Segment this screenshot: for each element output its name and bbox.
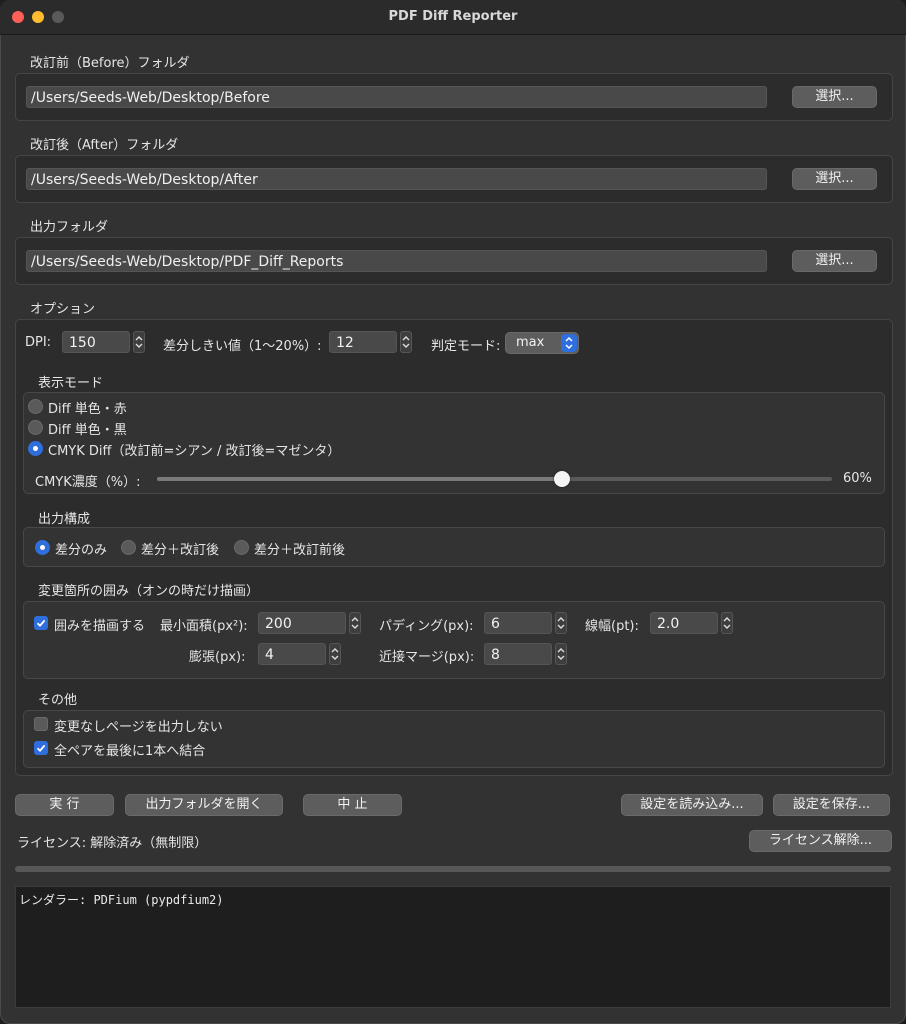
checkmark-icon [36,619,46,628]
merge-distance-input[interactable]: 8 [484,643,552,665]
stop-button[interactable]: 中 止 [303,794,402,816]
line-width-stepper[interactable] [721,612,733,634]
license-status: ライセンス: 解除済み（無制限） [17,836,208,851]
before-folder-label: 改訂前（Before）フォルダ [30,56,190,71]
box-label: 変更箇所の囲み（オンの時だけ描画） [38,584,260,599]
radio-diff-only[interactable] [35,540,50,555]
min-area-label: 最小面積(px²): [160,619,248,634]
dpi-label: DPI: [25,335,52,350]
output-select-button[interactable]: 選択... [792,250,877,272]
merge-distance-stepper[interactable] [555,643,567,665]
cmyk-density-value: 60% [843,471,872,486]
stepper-arrows-icon [557,617,565,629]
after-path-field[interactable]: /Users/Seeds-Web/Desktop/After [26,168,767,190]
dpi-stepper[interactable] [133,331,145,353]
radio-diff-both-label: 差分＋改訂前後 [254,543,346,558]
merge-distance-label: 近接マージ(px): [379,650,475,665]
title-bar: PDF Diff Reporter [0,0,906,35]
cmyk-slider-knob[interactable] [554,471,570,487]
open-output-button[interactable]: 出力フォルダを開く [125,794,283,816]
merge-all-label: 全ペアを最後に1本へ結合 [54,744,206,759]
line-width-input[interactable]: 2.0 [650,612,718,634]
log-output[interactable]: レンダラー: PDFium (pypdfium2) [15,886,891,1008]
radio-diff-black[interactable] [28,420,43,435]
dpi-input[interactable]: 150 [62,331,130,353]
skip-unchanged-label: 変更なしページを出力しない [54,720,223,735]
padding-stepper[interactable] [555,612,567,634]
stepper-arrows-icon [557,648,565,660]
app-window: PDF Diff Reporter 改訂前（Before）フォルダ /Users… [0,0,906,1024]
padding-label: パディング(px): [379,619,474,634]
before-folder-group: /Users/Seeds-Web/Desktop/Before 選択... [15,73,893,121]
radio-diff-black-label: Diff 単色・黒 [48,423,127,438]
skip-unchanged-checkbox[interactable] [34,717,48,731]
stepper-arrows-icon [331,648,339,660]
judge-mode-value: max [516,335,545,350]
radio-cmyk-diff-label: CMYK Diff（改訂前=シアン / 改訂後=マゼンタ） [48,444,341,459]
radio-diff-only-label: 差分のみ [55,543,108,558]
box-group: 囲みを描画する 最小面積(px²): 200 パディング(px): 6 線幅(p… [23,601,885,679]
judge-mode-select[interactable]: max [505,332,579,354]
stepper-arrows-icon [723,617,731,629]
threshold-label: 差分しきい値（1〜20%）: [163,339,322,354]
output-path-field[interactable]: /Users/Seeds-Web/Desktop/PDF_Diff_Report… [26,250,767,272]
cmyk-density-label: CMYK濃度（%）: [35,475,141,490]
min-area-stepper[interactable] [349,612,361,634]
window-title: PDF Diff Reporter [388,9,518,24]
save-settings-button[interactable]: 設定を保存... [773,794,890,816]
other-label: その他 [38,693,78,708]
radio-diff-red-label: Diff 単色・赤 [48,402,127,417]
output-folder-label: 出力フォルダ [30,220,109,235]
dilate-label: 膨張(px): [189,650,246,665]
display-mode-group: Diff 単色・赤 Diff 単色・黒 CMYK Diff（改訂前=シアン / … [23,392,885,494]
judge-mode-label: 判定モード: [431,339,501,354]
merge-all-checkbox[interactable] [34,741,48,755]
license-release-button[interactable]: ライセンス解除... [749,830,892,852]
output-folder-group: /Users/Seeds-Web/Desktop/PDF_Diff_Report… [15,237,893,285]
stepper-arrows-icon [135,336,143,348]
after-folder-label: 改訂後（After）フォルダ [30,138,179,153]
display-mode-label: 表示モード [38,376,104,391]
radio-diff-after-label: 差分＋改訂後 [141,543,220,558]
other-group: 変更なしページを出力しない 全ペアを最後に1本へ結合 [23,710,885,768]
dilate-stepper[interactable] [329,643,341,665]
output-config-group: 差分のみ 差分＋改訂後 差分＋改訂前後 [23,527,885,567]
options-label: オプション [30,302,96,317]
before-path-field[interactable]: /Users/Seeds-Web/Desktop/Before [26,86,767,108]
stepper-arrows-icon [402,336,410,348]
cmyk-slider-fill [157,477,562,481]
threshold-stepper[interactable] [400,331,412,353]
progress-bar [15,866,891,872]
padding-input[interactable]: 6 [484,612,552,634]
stepper-arrows-icon [351,617,359,629]
threshold-input[interactable]: 12 [329,331,397,353]
after-select-button[interactable]: 選択... [792,168,877,190]
line-width-label: 線幅(pt): [585,619,639,634]
dilate-input[interactable]: 4 [258,643,326,665]
radio-diff-both[interactable] [234,540,249,555]
min-area-input[interactable]: 200 [258,612,346,634]
load-settings-button[interactable]: 設定を読み込み... [621,794,763,816]
checkmark-icon [36,744,46,753]
radio-cmyk-diff[interactable] [28,441,43,456]
draw-box-checkbox[interactable] [34,616,48,630]
output-config-label: 出力構成 [38,512,91,527]
run-button[interactable]: 実 行 [15,794,114,816]
options-group: DPI: 150 差分しきい値（1〜20%）: 12 判定モード: max 表示… [15,319,893,776]
radio-diff-red[interactable] [28,399,43,414]
after-folder-group: /Users/Seeds-Web/Desktop/After 選択... [15,155,893,203]
popup-arrows-icon [561,334,577,352]
draw-box-label: 囲みを描画する [54,619,146,634]
radio-diff-after[interactable] [121,540,136,555]
before-select-button[interactable]: 選択... [792,86,877,108]
